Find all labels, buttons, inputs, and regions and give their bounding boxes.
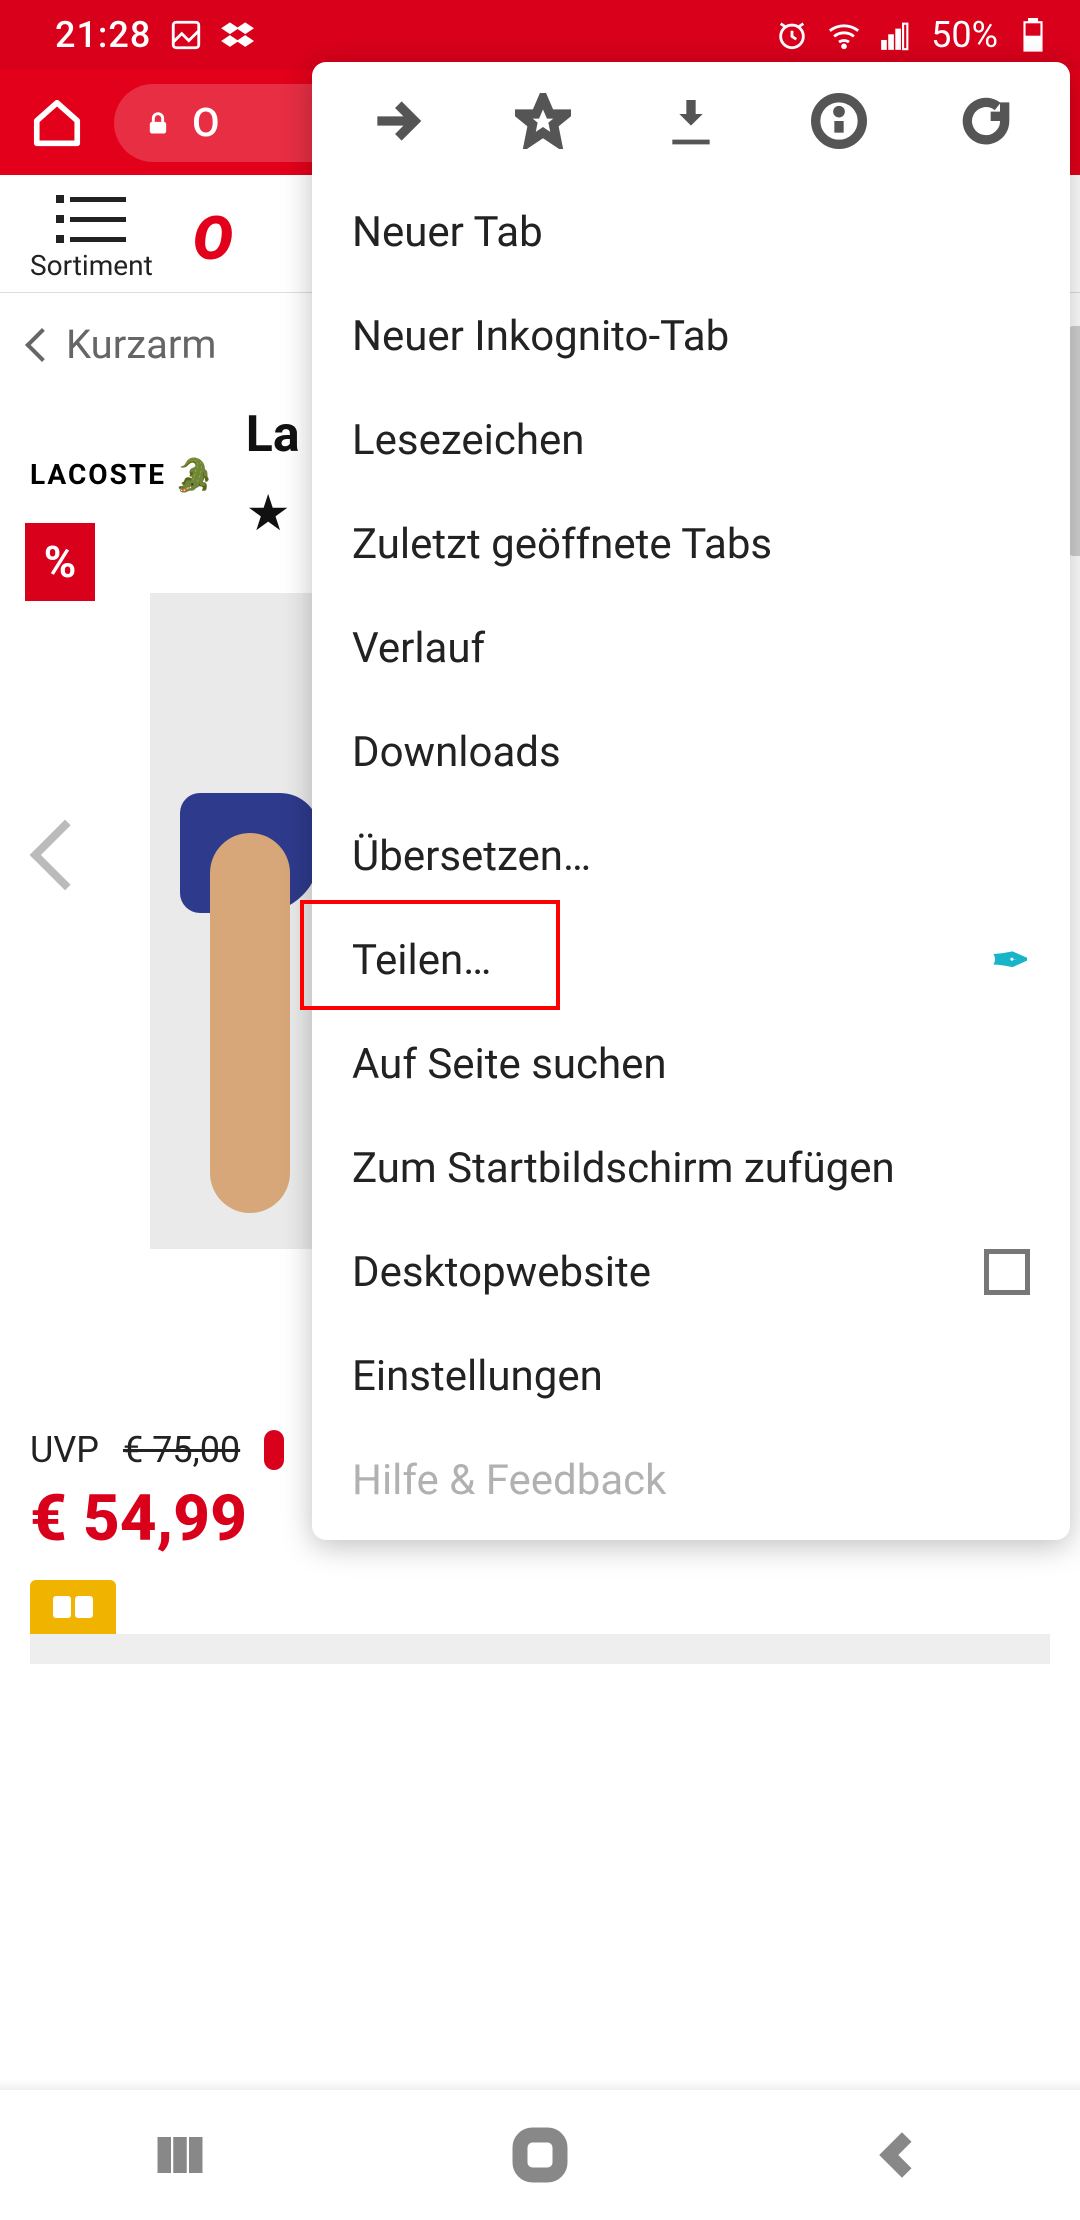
uvp-label: UVP	[30, 1429, 99, 1471]
alarm-icon	[775, 18, 809, 52]
sortiment-label: Sortiment	[30, 249, 153, 282]
menu-item-translate[interactable]: Übersetzen…	[312, 804, 1070, 908]
breadcrumb-label: Kurzarm	[66, 321, 217, 368]
android-statusbar: 21:28 50%	[0, 0, 1080, 70]
share-accent-icon: ✒	[991, 933, 1030, 988]
menu-item-settings[interactable]: Einstellungen	[312, 1324, 1070, 1428]
menu-label: Auf Seite suchen	[352, 1040, 667, 1089]
signal-icon	[879, 18, 913, 52]
hamburger-icon	[56, 195, 126, 243]
old-price: € 75,00	[123, 1429, 240, 1471]
download-button[interactable]	[661, 91, 721, 151]
image-icon	[169, 18, 203, 52]
dropbox-icon	[221, 18, 255, 52]
nav-back-button[interactable]	[865, 2120, 935, 2190]
model-arm	[210, 833, 290, 1213]
menu-item-incognito[interactable]: Neuer Inkognito-Tab	[312, 284, 1070, 388]
statusbar-left: 21:28	[55, 14, 255, 56]
menu-label: Downloads	[352, 728, 561, 777]
battery-text: 50%	[931, 14, 998, 56]
menu-item-downloads[interactable]: Downloads	[312, 700, 1070, 804]
bottom-shadow	[0, 2080, 1080, 2090]
otto-logo[interactable]: O	[193, 203, 230, 274]
page-info-button[interactable]	[809, 91, 869, 151]
payment-badge	[30, 1580, 116, 1634]
menu-label: Zuletzt geöffnete Tabs	[352, 520, 772, 569]
menu-label: Teilen…	[352, 936, 491, 985]
menu-item-new-tab[interactable]: Neuer Tab	[312, 180, 1070, 284]
menu-label: Einstellungen	[352, 1352, 603, 1401]
nav-recent-button[interactable]	[145, 2120, 215, 2190]
menu-label: Neuer Inkognito-Tab	[352, 312, 729, 361]
menu-list: Neuer Tab Neuer Inkognito-Tab Lesezeiche…	[312, 180, 1070, 1532]
menu-label: Zum Startbildschirm zufügen	[352, 1144, 895, 1193]
menu-label: Hilfe & Feedback	[352, 1456, 666, 1505]
product-title: La	[246, 406, 300, 464]
menu-label: Desktopwebsite	[352, 1248, 651, 1297]
menu-label: Verlauf	[352, 624, 485, 673]
image-prev-button[interactable]	[30, 820, 101, 891]
sortiment-menu-button[interactable]: Sortiment	[30, 195, 153, 282]
menu-item-bookmarks[interactable]: Lesezeichen	[312, 388, 1070, 492]
battery-icon	[1016, 18, 1050, 52]
menu-item-recent-tabs[interactable]: Zuletzt geöffnete Tabs	[312, 492, 1070, 596]
menu-item-find-in-page[interactable]: Auf Seite suchen	[312, 1012, 1070, 1116]
info-strip	[30, 1634, 1050, 1664]
home-button[interactable]	[30, 96, 84, 150]
menu-item-desktop-site[interactable]: Desktopwebsite	[312, 1220, 1070, 1324]
desktop-site-checkbox[interactable]	[984, 1249, 1030, 1295]
android-navbar	[0, 2090, 1080, 2220]
brand-text: LACOSTE	[30, 458, 166, 491]
chevron-left-icon	[25, 328, 59, 362]
wifi-icon	[827, 18, 861, 52]
statusbar-right: 50%	[775, 14, 1050, 56]
menu-icon-row	[312, 62, 1070, 180]
menu-item-add-to-home[interactable]: Zum Startbildschirm zufügen	[312, 1116, 1070, 1220]
menu-item-share[interactable]: Teilen… ✒	[312, 908, 1070, 1012]
discount-pill	[264, 1430, 284, 1470]
menu-label: Neuer Tab	[352, 208, 543, 257]
crocodile-icon: 🐊	[174, 456, 216, 494]
forward-button[interactable]	[366, 91, 426, 151]
url-text: O	[192, 99, 220, 146]
menu-label: Übersetzen…	[352, 832, 591, 881]
nav-home-button[interactable]	[505, 2120, 575, 2190]
reload-button[interactable]	[956, 91, 1016, 151]
menu-item-help[interactable]: Hilfe & Feedback	[312, 1428, 1070, 1532]
lock-icon	[144, 109, 172, 137]
menu-item-history[interactable]: Verlauf	[312, 596, 1070, 700]
discount-badge: %	[25, 523, 95, 601]
status-time: 21:28	[55, 14, 151, 56]
brand-logo[interactable]: LACOSTE 🐊	[30, 456, 216, 494]
browser-overflow-menu: Neuer Tab Neuer Inkognito-Tab Lesezeiche…	[312, 62, 1070, 1540]
bookmark-star-button[interactable]	[513, 91, 573, 151]
star-icon: ★	[246, 484, 300, 543]
menu-label: Lesezeichen	[352, 416, 584, 465]
